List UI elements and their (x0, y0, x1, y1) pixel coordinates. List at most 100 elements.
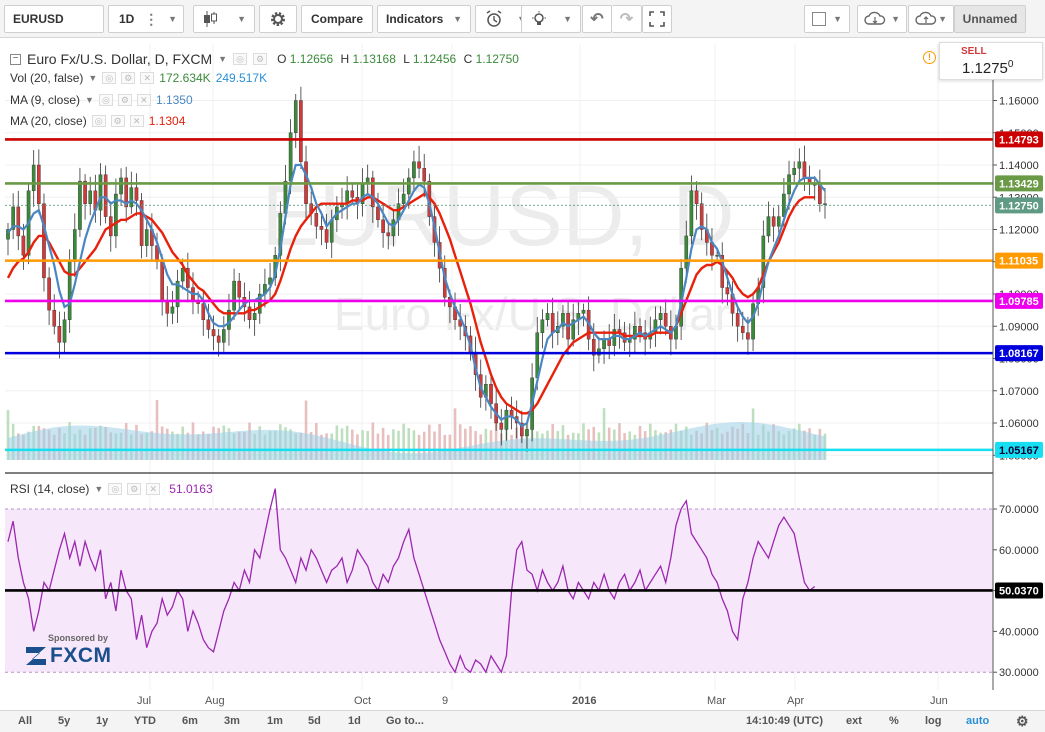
close-icon[interactable]: ✕ (140, 72, 155, 84)
redo-button[interactable]: ↷ (612, 5, 642, 33)
interval-dropdown[interactable]: 1D ⋮ ▼ (108, 5, 184, 33)
open-label: O (277, 52, 287, 66)
auto-button[interactable]: auto (966, 715, 989, 727)
ohlc-readout: O 1.12656 H 1.13168 L 1.12456 C 1.12750 (277, 52, 519, 66)
hide-icon[interactable]: ◎ (102, 72, 117, 84)
range-3m-button[interactable]: 3m (224, 715, 240, 727)
price-line-label: 1.12750 (999, 200, 1039, 212)
rsi-legend-label: RSI (14, close) (10, 482, 90, 496)
sell-price-display: 1.12750 (962, 59, 1013, 77)
close-label: C (463, 52, 473, 66)
candle-body (751, 303, 755, 340)
rsi-legend[interactable]: RSI (14, close) ▼ ◎ ⚙ ✕ 51.0163 (10, 482, 213, 496)
hide-icon[interactable]: ◎ (233, 53, 248, 65)
range-all-button[interactable]: All (18, 715, 32, 727)
price-chart[interactable]: EURUSD, D Euro Fx/U.S. Dollar 1.16000 1.1… (0, 38, 1045, 710)
layout-name-button[interactable]: Unnamed (954, 5, 1026, 33)
candle-body (165, 300, 170, 314)
sponsor-badge[interactable]: Sponsored by FXCM (22, 633, 132, 669)
indicators-button[interactable]: Indicators ▼ (377, 5, 471, 33)
candle-body (103, 174, 108, 217)
time-axis-label: Oct (354, 695, 372, 707)
candle-body (222, 329, 226, 343)
lightbulb-icon (532, 11, 546, 25)
range-5y-button[interactable]: 5y (58, 715, 70, 727)
candle-body (216, 335, 221, 343)
settings-icon[interactable]: ⚙ (121, 72, 136, 84)
candle-body (134, 187, 139, 201)
candle-body (771, 216, 776, 227)
ma9-legend[interactable]: MA (9, close) ▼ ◎ ⚙ ✕ 1.1350 (10, 93, 193, 107)
compare-button[interactable]: Compare (301, 5, 373, 33)
close-icon[interactable]: ✕ (129, 115, 144, 127)
time-axis-label: Jun (930, 695, 948, 707)
volume-legend[interactable]: Vol (20, false) ▼ ◎ ⚙ ✕ 172.634K 249.517K (10, 71, 267, 85)
undo-button[interactable]: ↶ (582, 5, 612, 33)
settings-button[interactable] (259, 5, 297, 33)
close-icon[interactable]: ✕ (146, 483, 161, 495)
close-icon[interactable]: ✕ (136, 94, 151, 106)
sell-button[interactable]: SELL 1.12750 (939, 42, 1043, 80)
price-tick-label: 1.06000 (999, 418, 1039, 430)
chevron-down-icon[interactable]: ▼ (218, 54, 227, 64)
candle-body (792, 168, 796, 175)
ext-button[interactable]: ext (846, 715, 862, 727)
candle-body (581, 309, 586, 314)
percent-button[interactable]: % (889, 715, 899, 727)
chart-color-dropdown[interactable]: ▼ (804, 5, 850, 33)
candle-body (504, 409, 509, 430)
range-5d-button[interactable]: 5d (308, 715, 321, 727)
ideas-button[interactable]: ▼ (521, 5, 581, 33)
gear-icon[interactable]: ⚙ (1016, 713, 1029, 730)
time-axis-label: 9 (442, 695, 449, 707)
candle-body (129, 187, 134, 208)
candle-body (160, 261, 164, 301)
candle-body (144, 229, 149, 246)
hide-icon[interactable]: ◎ (98, 94, 113, 106)
symbol-search-input[interactable]: EURUSD (4, 5, 104, 33)
chevron-down-icon: ▼ (168, 14, 177, 24)
fullscreen-button[interactable] (642, 5, 672, 33)
time-axis-label: Mar (707, 695, 726, 707)
alarm-clock-icon (486, 10, 502, 27)
info-icon[interactable]: ! (923, 51, 936, 64)
hide-icon[interactable]: ◎ (91, 115, 106, 127)
ma20-legend-label: MA (20, close) (10, 114, 87, 128)
series-title[interactable]: Euro Fx/U.S. Dollar, D, FXCM (27, 51, 212, 67)
goto-button[interactable]: Go to... (386, 715, 424, 727)
candle-body (694, 190, 699, 204)
save-layout-button[interactable]: ▼ (908, 5, 954, 33)
low-label: L (403, 52, 410, 66)
candle-body (376, 206, 380, 221)
gear-icon (271, 12, 285, 26)
hide-icon[interactable]: ◎ (108, 483, 123, 495)
sell-pip: 0 (1007, 59, 1014, 70)
candle-body (386, 232, 391, 237)
candle-body (42, 203, 46, 279)
time-axis-label: Jul (137, 695, 152, 707)
candle-body (350, 190, 355, 198)
range-1y-button[interactable]: 1y (96, 715, 108, 727)
settings-icon[interactable]: ⚙ (253, 53, 268, 65)
range-1m-button[interactable]: 1m (267, 715, 283, 727)
candle-body (715, 255, 719, 257)
range-ytd-button[interactable]: YTD (134, 715, 156, 727)
ma20-legend[interactable]: MA (20, close) ◎ ⚙ ✕ 1.1304 (10, 114, 185, 128)
settings-icon[interactable]: ⚙ (117, 94, 132, 106)
settings-icon[interactable]: ⚙ (127, 483, 142, 495)
candle-body (381, 219, 385, 233)
volume-legend-label: Vol (20, false) (10, 71, 84, 85)
range-1d-button[interactable]: 1d (348, 715, 361, 727)
collapse-legend-icon[interactable]: − (10, 53, 21, 65)
load-layout-button[interactable]: ▼ (857, 5, 907, 33)
chart-area[interactable]: EURUSD, D Euro Fx/U.S. Dollar 1.16000 1.1… (0, 38, 1045, 710)
time-axis-label: Aug (205, 695, 225, 707)
price-tick-label: 1.07000 (999, 386, 1039, 398)
range-6m-button[interactable]: 6m (182, 715, 198, 727)
log-button[interactable]: log (925, 715, 942, 727)
more-dots-icon: ⋮ (144, 10, 159, 27)
price-tick-label: 1.14000 (999, 160, 1039, 172)
close-value: 1.12750 (475, 52, 519, 66)
chart-style-dropdown[interactable]: ▼ (193, 5, 255, 33)
settings-icon[interactable]: ⚙ (110, 115, 125, 127)
